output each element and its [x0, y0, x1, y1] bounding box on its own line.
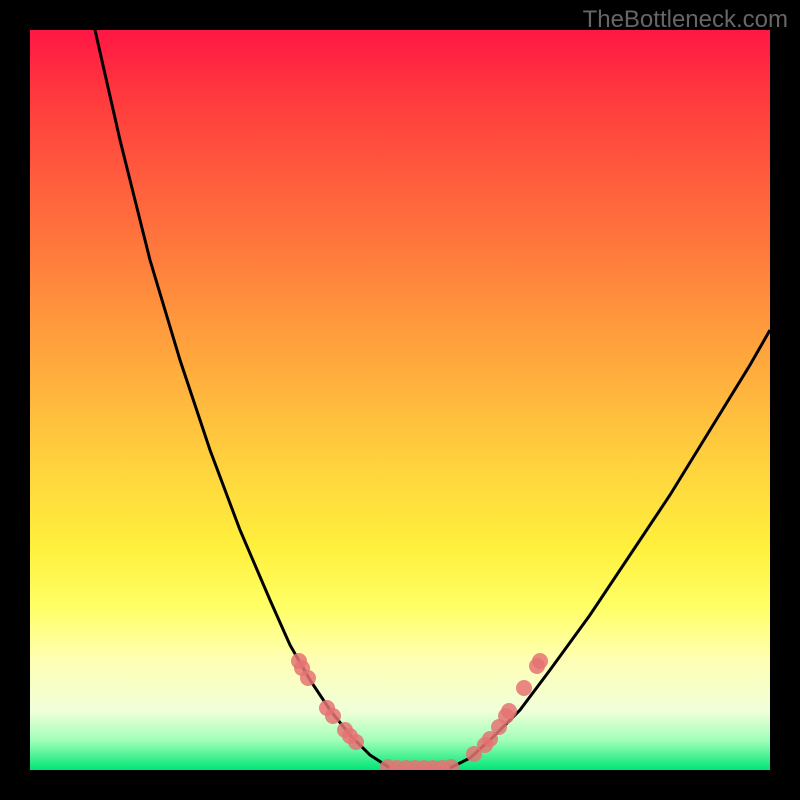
left-marker — [325, 708, 341, 724]
curve-group — [95, 30, 770, 768]
right-marker — [501, 703, 517, 719]
bottleneck-curve-right — [450, 330, 770, 768]
markers-group — [291, 653, 548, 770]
right-marker — [532, 653, 548, 669]
left-marker — [300, 670, 316, 686]
left-marker — [348, 734, 364, 750]
bottom-marker — [443, 759, 459, 770]
chart-plot-area — [30, 30, 770, 770]
right-marker — [516, 680, 532, 696]
bottleneck-curve-left — [95, 30, 390, 768]
bottleneck-curve-svg — [30, 30, 770, 770]
